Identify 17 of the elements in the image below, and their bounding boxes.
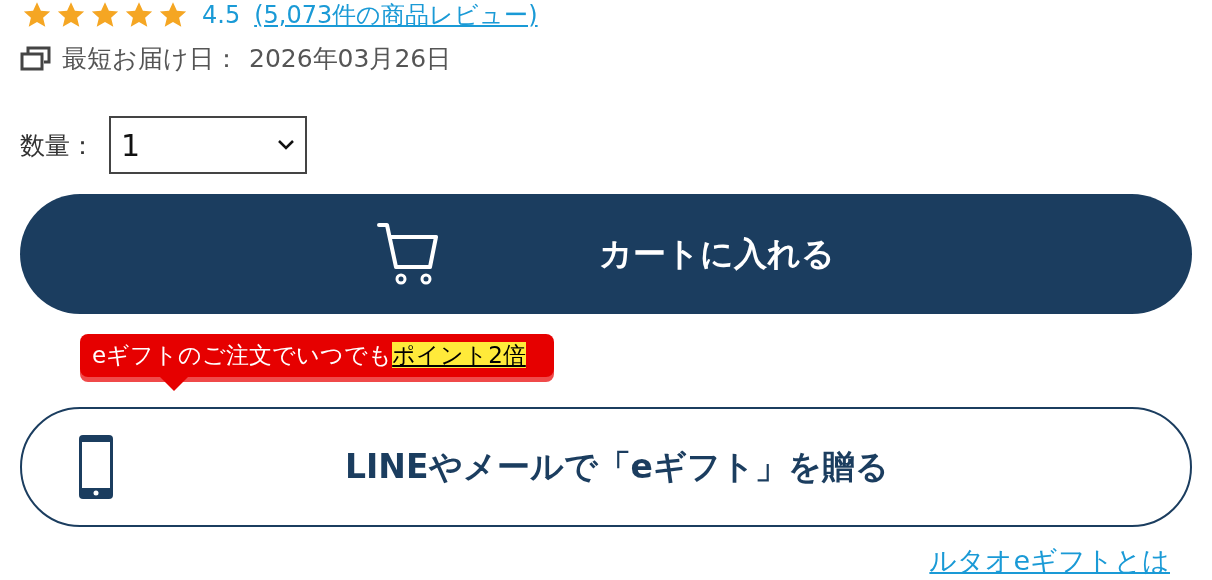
smartphone-icon bbox=[78, 434, 114, 500]
chevron-down-icon bbox=[277, 139, 295, 151]
delivery-date: 2026年03月26日 bbox=[249, 42, 452, 75]
rating-score: 4.5 bbox=[202, 1, 241, 29]
quantity-label: 数量： bbox=[20, 129, 95, 162]
star-icon bbox=[90, 1, 120, 29]
cart-icon bbox=[377, 221, 439, 287]
tooltip-pointer bbox=[160, 377, 188, 391]
add-to-cart-button[interactable]: カートに入れる bbox=[20, 194, 1192, 314]
star-icon bbox=[22, 1, 52, 29]
egift-button[interactable]: LINEやメールで「eギフト」を贈る bbox=[20, 407, 1192, 527]
windows-icon bbox=[20, 45, 52, 71]
star-icon bbox=[124, 1, 154, 29]
star-icon bbox=[158, 1, 188, 29]
quantity-select[interactable]: 1 bbox=[109, 116, 307, 174]
delivery-label: 最短お届け日： bbox=[62, 42, 239, 75]
star-icon bbox=[56, 1, 86, 29]
